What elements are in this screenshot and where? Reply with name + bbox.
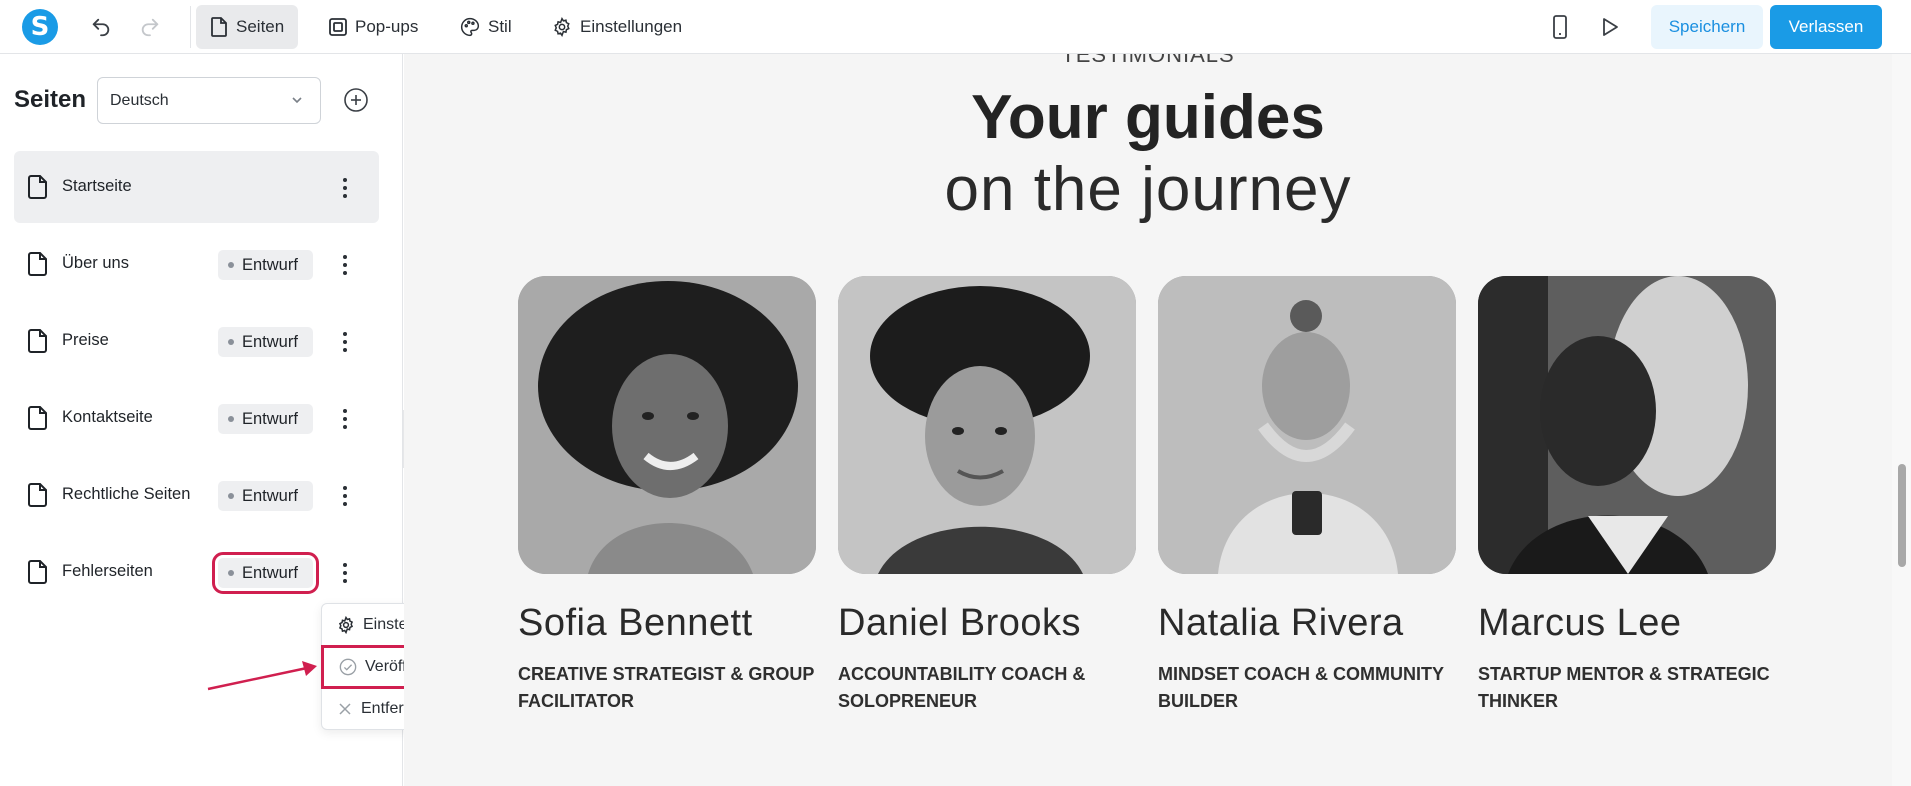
page-item-fehlerseiten[interactable]: Fehlerseiten Entwurf <box>14 536 379 608</box>
status-label: Entwurf <box>242 486 298 505</box>
add-page-icon[interactable] <box>343 87 369 113</box>
more-options-icon[interactable] <box>336 175 354 201</box>
annotation-arrow <box>207 661 317 691</box>
portrait-photo <box>1158 276 1456 574</box>
tab-stil[interactable]: Stil <box>446 5 526 49</box>
play-preview-icon[interactable] <box>1597 14 1623 40</box>
tab-popups[interactable]: Pop-ups <box>315 5 432 49</box>
page-name: Startseite <box>62 177 132 195</box>
save-button[interactable]: Speichern <box>1651 5 1763 49</box>
mobile-preview-icon[interactable] <box>1547 14 1573 40</box>
page-icon <box>28 175 47 199</box>
redo-icon[interactable] <box>137 14 163 40</box>
gear-icon <box>338 616 354 634</box>
vertical-scrollbar[interactable] <box>1892 54 1911 786</box>
page-icon <box>28 406 47 430</box>
team-card: Sofia Bennett CREATIVE STRATEGIST & GROU… <box>518 276 816 715</box>
top-toolbar: S Seiten Pop-ups Stil Einstellungen Spei… <box>0 0 1911 54</box>
page-icon <box>28 252 47 276</box>
more-options-icon[interactable] <box>336 406 354 432</box>
status-badge-highlighted: Entwurf <box>212 552 319 594</box>
status-badge: Entwurf <box>218 327 313 357</box>
scrollbar-thumb[interactable] <box>1898 464 1906 567</box>
page-name: Fehlerseiten <box>62 562 153 580</box>
person-role: STARTUP MENTOR & STRATEGIC THINKER <box>1478 664 1770 711</box>
person-name: Natalia Rivera <box>1158 602 1404 644</box>
page-preview-canvas[interactable]: TESTIMONIALS Your guides on the journey … <box>404 54 1892 786</box>
language-value: Deutsch <box>110 91 169 109</box>
headline-light: on the journey <box>944 155 1352 224</box>
palette-icon <box>461 17 480 37</box>
more-options-icon[interactable] <box>336 560 354 586</box>
more-options-icon[interactable] <box>336 483 354 509</box>
status-label: Entwurf <box>242 409 298 428</box>
person-role: CREATIVE STRATEGIST & GROUP FACILITATOR <box>518 664 815 711</box>
page-name: Über uns <box>62 254 129 272</box>
tab-seiten[interactable]: Seiten <box>196 5 299 49</box>
check-circle-icon <box>339 658 357 676</box>
page-item-kontaktseite[interactable]: Kontaktseite Entwurf <box>14 382 379 454</box>
portrait-photo <box>838 276 1136 574</box>
page-item-ueber-uns[interactable]: Über uns Entwurf <box>14 228 379 300</box>
team-card: Natalia Rivera MINDSET COACH & COMMUNITY… <box>1158 276 1456 715</box>
gear-icon <box>554 17 570 37</box>
page-item-startseite[interactable]: Startseite <box>14 151 379 223</box>
page-item-rechtliche-seiten[interactable]: Rechtliche Seiten Entwurf <box>14 459 379 531</box>
portrait-photo <box>1478 276 1776 574</box>
person-role: MINDSET COACH & COMMUNITY BUILDER <box>1158 664 1444 711</box>
headline-bold: Your guides <box>971 83 1325 152</box>
close-icon <box>339 703 351 715</box>
tab-einstellungen[interactable]: Einstellungen <box>538 5 696 49</box>
status-label: Entwurf <box>242 255 298 274</box>
tab-label: Pop-ups <box>355 17 419 36</box>
tab-label: Seiten <box>236 17 285 36</box>
tab-label: Stil <box>488 17 512 36</box>
page-icon <box>211 17 227 37</box>
person-name: Marcus Lee <box>1478 602 1682 644</box>
status-badge: Entwurf <box>218 404 313 434</box>
sidebar-title: Seiten <box>14 86 87 113</box>
status-badge: Entwurf <box>218 250 313 280</box>
portrait-photo <box>518 276 816 574</box>
team-card: Marcus Lee STARTUP MENTOR & STRATEGIC TH… <box>1478 276 1776 715</box>
page-name: Preise <box>62 331 109 349</box>
app-logo[interactable]: S <box>22 9 58 45</box>
language-select[interactable]: Deutsch <box>97 77 321 124</box>
more-options-icon[interactable] <box>336 329 354 355</box>
status-label: Entwurf <box>242 332 298 351</box>
person-role: ACCOUNTABILITY COACH & SOLOPRENEUR <box>838 664 1086 711</box>
tab-label: Einstellungen <box>580 17 683 36</box>
popup-icon <box>329 18 347 36</box>
team-card: Daniel Brooks ACCOUNTABILITY COACH & SOL… <box>838 276 1136 715</box>
undo-icon[interactable] <box>88 14 114 40</box>
page-name: Kontaktseite <box>62 408 153 426</box>
section-eyebrow: TESTIMONIALS <box>1061 54 1235 67</box>
page-icon <box>28 560 47 584</box>
toolbar-divider <box>190 6 191 48</box>
status-badge: Entwurf <box>218 481 313 511</box>
page-name: Rechtliche Seiten <box>62 485 191 503</box>
person-name: Sofia Bennett <box>518 602 753 644</box>
exit-button[interactable]: Verlassen <box>1770 5 1882 49</box>
status-label: Entwurf <box>242 563 298 582</box>
page-icon <box>28 329 47 353</box>
page-item-preise[interactable]: Preise Entwurf <box>14 305 379 377</box>
page-icon <box>28 483 47 507</box>
more-options-icon[interactable] <box>336 252 354 278</box>
person-name: Daniel Brooks <box>838 602 1082 644</box>
chevron-down-icon <box>292 97 302 104</box>
